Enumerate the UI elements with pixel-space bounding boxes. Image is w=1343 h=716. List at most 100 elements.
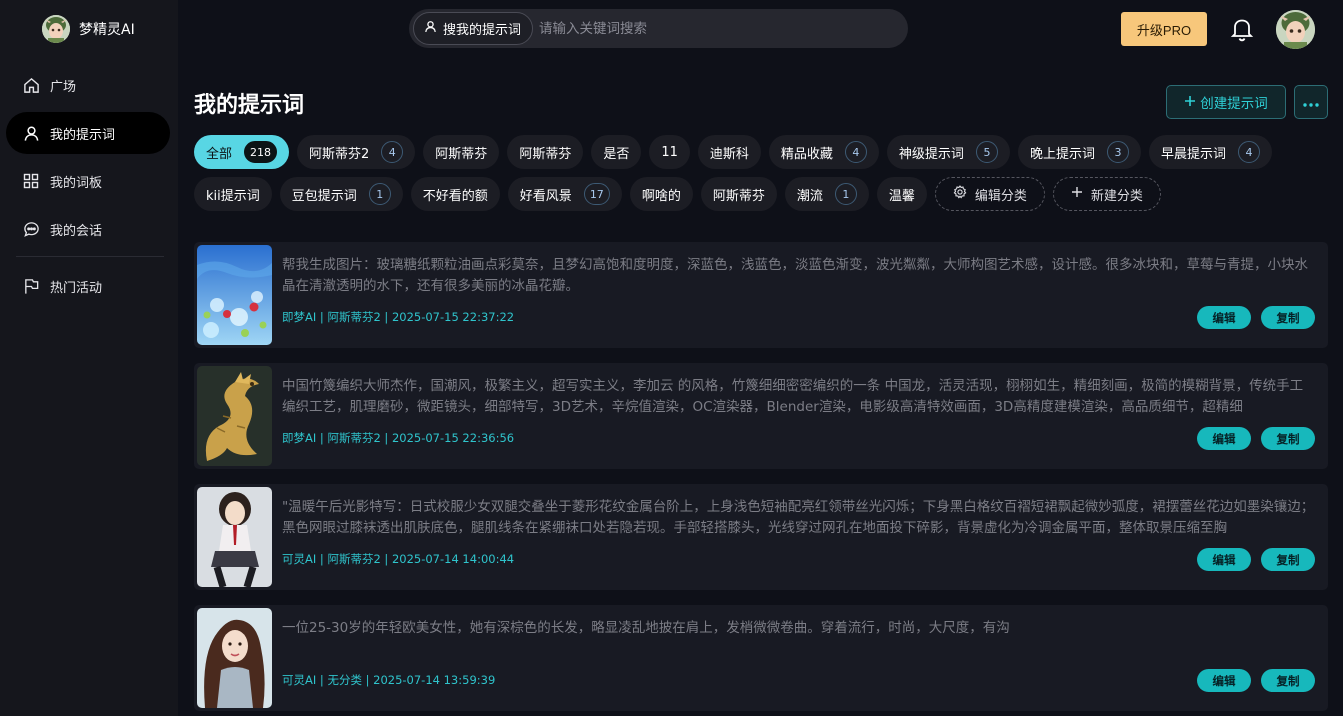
category-chip[interactable]: 11: [649, 135, 690, 169]
user-icon: [424, 20, 437, 37]
edit-prompt-button[interactable]: 编辑: [1197, 427, 1251, 450]
prompt-text: 帮我生成图片：玻璃糖纸颗粒油画点彩莫奈，且梦幻高饱和度明度，深蓝色，浅蓝色，淡蓝…: [282, 257, 1308, 294]
category-count: 1: [834, 183, 857, 205]
prompt-card[interactable]: 一位25-30岁的年轻欧美女性，她有深棕色的长发，略显凌乱地披在肩上，发梢微微卷…: [194, 605, 1328, 711]
edit-prompt-button[interactable]: 编辑: [1197, 548, 1251, 571]
sidebar-item-label: 热门活动: [50, 280, 103, 296]
more-options-button[interactable]: [1294, 85, 1328, 119]
category-chip[interactable]: 豆包提示词 1: [279, 177, 403, 211]
copy-prompt-button[interactable]: 复制: [1261, 669, 1315, 692]
home-icon: [22, 76, 40, 94]
sidebar-item-label: 广场: [50, 79, 77, 95]
category-chip[interactable]: 阿斯蒂芬: [700, 177, 777, 211]
sidebar-item-my-prompts[interactable]: 我的提示词: [6, 112, 170, 154]
category-count: 3: [1106, 141, 1129, 163]
chat-icon: [22, 220, 40, 238]
prompt-card[interactable]: "温暖午后光影特写：日式校服少女双腿交叠坐于菱形花纹金属台阶上，上身浅色短袖配亮…: [194, 484, 1328, 590]
gear-icon: [953, 185, 967, 203]
prompt-meta: 可灵AI | 阿斯蒂芬2 | 2025-07-14 14:00:44: [282, 552, 515, 566]
copy-prompt-button[interactable]: 复制: [1261, 548, 1315, 571]
prompt-text: 一位25-30岁的年轻欧美女性，她有深棕色的长发，略显凌乱地披在肩上，发梢微微卷…: [282, 620, 1010, 636]
plus-icon: [1071, 186, 1083, 202]
prompt-card[interactable]: 中国竹篾编织大师杰作，国潮风，极繁主义，超写实主义，李加云 的风格，竹篾细细密密…: [194, 363, 1328, 469]
category-count: 1: [368, 183, 391, 205]
user-icon: [22, 124, 40, 142]
category-chip[interactable]: 是否: [591, 135, 642, 169]
category-chip[interactable]: 精品收藏 4: [768, 135, 879, 169]
edit-category-button[interactable]: 编辑分类: [934, 177, 1045, 211]
category-label: 豆包提示词: [291, 188, 357, 204]
search-scope-toggle[interactable]: 搜我的提示词: [413, 12, 534, 45]
plus-icon: [1184, 95, 1196, 110]
more-dots-icon: [1303, 95, 1319, 110]
copy-prompt-button[interactable]: 复制: [1261, 306, 1315, 329]
upgrade-pro-button[interactable]: 升级PRO: [1121, 12, 1207, 46]
bell-icon[interactable]: [1230, 16, 1254, 42]
brand-name: 梦精灵AI: [79, 22, 135, 38]
search-input[interactable]: [539, 20, 904, 37]
prompt-actions: 编辑 复制: [1197, 548, 1315, 571]
category-label: 温馨: [888, 188, 915, 204]
prompt-text: 中国竹篾编织大师杰作，国潮风，极繁主义，超写实主义，李加云 的风格，竹篾细细密密…: [282, 378, 1304, 415]
edit-prompt-button[interactable]: 编辑: [1197, 306, 1251, 329]
flag-icon: [22, 277, 40, 295]
category-chip[interactable]: 晚上提示词 3: [1017, 135, 1141, 169]
search-bar: 搜我的提示词: [409, 9, 908, 48]
page-title: 我的提示词: [194, 93, 305, 118]
edit-prompt-button[interactable]: 编辑: [1197, 669, 1251, 692]
category-label: 好看风景: [519, 188, 572, 204]
sidebar-item-label: 我的词板: [50, 175, 103, 191]
category-label: 11: [661, 144, 678, 160]
category-label: 精品收藏: [780, 146, 833, 162]
category-chip[interactable]: 潮流 1: [784, 177, 869, 211]
category-label: 不好看的额: [422, 188, 488, 204]
category-label: 阿斯蒂芬: [519, 146, 572, 162]
new-category-label: 新建分类: [1090, 188, 1143, 204]
category-chip[interactable]: kii提示词: [194, 177, 272, 211]
category-chip[interactable]: 早晨提示词 4: [1148, 135, 1272, 169]
category-chip[interactable]: 温馨: [876, 177, 927, 211]
category-label: kii提示词: [206, 188, 260, 204]
prompt-card[interactable]: 帮我生成图片：玻璃糖纸颗粒油画点彩莫奈，且梦幻高饱和度明度，深蓝色，浅蓝色，淡蓝…: [194, 242, 1328, 348]
category-chip[interactable]: 阿斯蒂芬: [507, 135, 584, 169]
prompt-list: 帮我生成图片：玻璃糖纸颗粒油画点彩莫奈，且梦幻高饱和度明度，深蓝色，浅蓝色，淡蓝…: [194, 242, 1328, 716]
prompt-thumbnail: [197, 245, 272, 345]
sidebar-item-my-chats[interactable]: 我的会话: [6, 208, 170, 250]
sidebar-nav: 广场 我的提示词 我的词板 我的会话 热门活动: [6, 64, 170, 313]
category-chip[interactable]: 阿斯蒂芬2 4: [297, 135, 416, 169]
prompt-thumbnail: [197, 366, 272, 466]
category-label: 阿斯蒂芬: [435, 146, 488, 162]
category-label: 阿斯蒂芬: [712, 188, 765, 204]
sidebar-item-my-boards[interactable]: 我的词板: [6, 160, 170, 202]
category-chip[interactable]: 好看风景 17: [507, 177, 622, 211]
prompt-actions: 编辑 复制: [1197, 427, 1315, 450]
prompt-text: "温暖午后光影特写：日式校服少女双腿交叠坐于菱形花纹金属台阶上，上身浅色短袖配亮…: [282, 499, 1315, 536]
category-label: 迪斯科: [709, 146, 749, 162]
prompt-actions: 编辑 复制: [1197, 306, 1315, 329]
category-chip[interactable]: 阿斯蒂芬: [423, 135, 500, 169]
category-label: 是否: [603, 146, 630, 162]
sidebar-divider: [16, 256, 164, 257]
new-category-button[interactable]: 新建分类: [1052, 177, 1161, 211]
category-chip[interactable]: 啊啥的: [629, 177, 693, 211]
category-chip[interactable]: 迪斯科: [697, 135, 761, 169]
category-count: 4: [381, 141, 404, 163]
sidebar-item-square[interactable]: 广场: [6, 64, 170, 106]
prompt-thumbnail: [197, 608, 272, 708]
create-prompt-button[interactable]: 创建提示词: [1166, 85, 1286, 119]
search-scope-label: 搜我的提示词: [443, 23, 522, 38]
category-chip[interactable]: 不好看的额: [410, 177, 500, 211]
category-count: 17: [583, 183, 610, 205]
user-avatar[interactable]: [1276, 10, 1315, 49]
brand[interactable]: 梦精灵AI: [42, 14, 135, 44]
copy-prompt-button[interactable]: 复制: [1261, 427, 1315, 450]
create-prompt-label: 创建提示词: [1200, 96, 1268, 111]
category-chip[interactable]: 神级提示词 5: [886, 135, 1010, 169]
category-count: 5: [975, 141, 998, 163]
category-count: 4: [1237, 141, 1260, 163]
edit-category-label: 编辑分类: [974, 188, 1027, 204]
prompt-thumbnail: [197, 487, 272, 587]
sidebar-item-hot-events[interactable]: 热门活动: [6, 265, 170, 307]
category-chip-all[interactable]: 全部 218: [194, 135, 290, 169]
prompt-meta: 可灵AI | 无分类 | 2025-07-14 13:59:39: [282, 673, 496, 687]
